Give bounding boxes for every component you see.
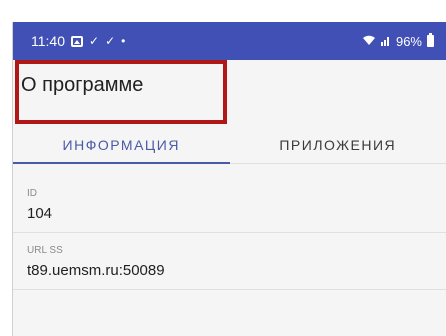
field-id: ID 104 (13, 164, 446, 233)
status-left: 11:40 ✓ ✓ • (31, 33, 125, 49)
status-time: 11:40 (31, 33, 65, 49)
tab-applications[interactable]: ПРИЛОЖЕНИЯ (230, 126, 446, 163)
field-label: URL SS (27, 245, 63, 256)
check-icon: ✓ (89, 34, 100, 48)
tab-information[interactable]: ИНФОРМАЦИЯ (13, 126, 230, 164)
image-icon (71, 35, 83, 47)
dot-icon: • (121, 34, 126, 48)
app-bar: О программе (13, 60, 446, 126)
field-value: t89.uemsm.ru:50089 (27, 262, 165, 279)
field-value: 104 (27, 205, 53, 222)
info-content: ID 104 URL SS t89.uemsm.ru:50089 (13, 164, 446, 290)
battery-percent: 96% (395, 33, 422, 49)
check-icon: ✓ (105, 34, 116, 48)
status-bar: 11:40 ✓ ✓ • 96% (13, 22, 446, 60)
page-title: О программе (21, 74, 144, 96)
phone-screen: 11:40 ✓ ✓ • 96% О программе ИНФОРМАЦИЯ П… (12, 22, 446, 336)
field-url-ss: URL SS t89.uemsm.ru:50089 (13, 233, 446, 290)
tab-bar: ИНФОРМАЦИЯ ПРИЛОЖЕНИЯ (13, 126, 446, 164)
signal-icon (380, 34, 391, 49)
field-label: ID (27, 188, 37, 199)
wifi-icon (362, 34, 376, 49)
battery-icon (427, 33, 434, 47)
status-right: 96% (362, 33, 434, 49)
